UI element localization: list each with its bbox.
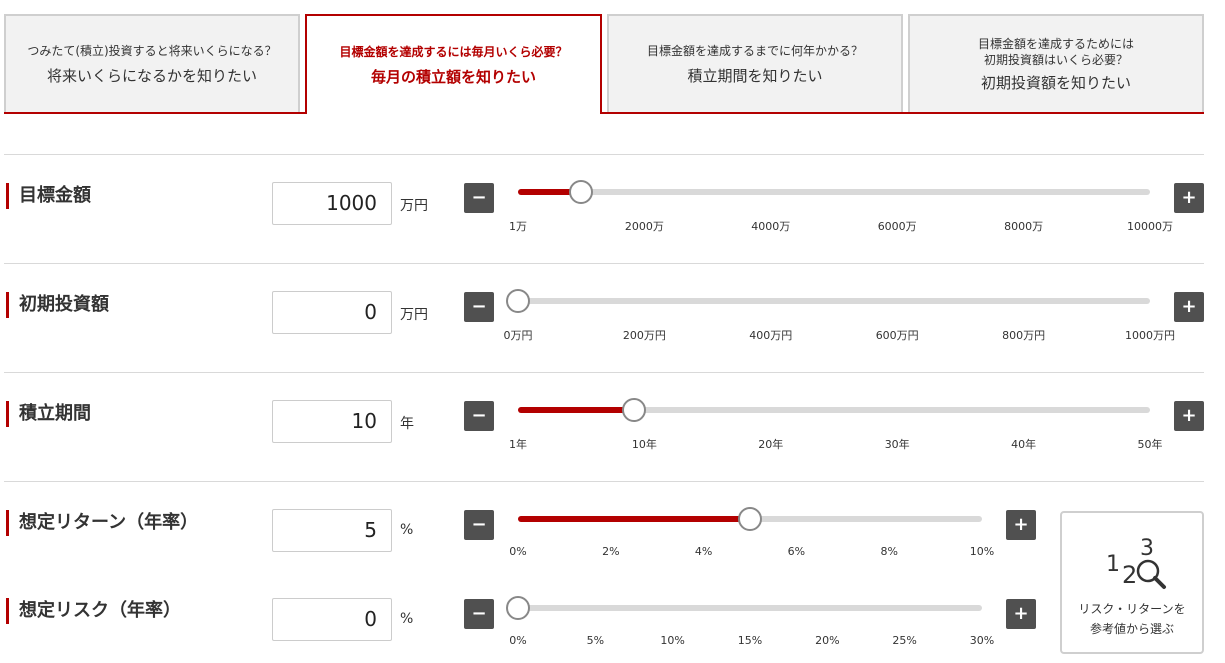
tab-subtitle: 目標金額を達成するまでに何年かかる？: [646, 43, 863, 58]
divider: [4, 154, 1204, 155]
slider-thumb[interactable]: [506, 596, 530, 620]
tabs-underline: [4, 112, 1204, 114]
tab-subtitle-line1: 目標金額を達成するためには: [977, 36, 1134, 51]
period-minus-button[interactable]: −: [464, 401, 494, 431]
period-input[interactable]: 10: [272, 400, 392, 443]
tick-label: 1万: [509, 220, 527, 233]
risk-return-reference-line2: 参考値から選ぶ: [1089, 622, 1174, 636]
target-amount-label: 目標金額: [6, 183, 91, 209]
tab-title: 積立期間を知りたい: [687, 66, 823, 85]
expected-return-label: 想定リターン（年率）: [6, 510, 198, 536]
slider-fill: [518, 407, 634, 413]
tick-label: 200万円: [622, 329, 666, 342]
tick-label: 800万円: [1002, 329, 1046, 342]
tab-period[interactable]: 目標金額を達成するまでに何年かかる？ 積立期間を知りたい: [607, 14, 903, 112]
period-label: 積立期間: [6, 401, 91, 427]
tick-label: 10%: [660, 634, 685, 647]
expected-return-slider[interactable]: [518, 507, 982, 531]
expected-risk-slider[interactable]: [506, 596, 982, 620]
tick-label: 40年: [1011, 438, 1037, 451]
slider-thumb[interactable]: [622, 398, 646, 422]
tick-label: 10年: [631, 438, 657, 451]
svg-text:3: 3: [1140, 536, 1154, 561]
period-slider[interactable]: [518, 398, 1150, 422]
expected-return-unit: %: [400, 522, 414, 538]
expected-risk-minus-button[interactable]: −: [464, 599, 494, 629]
initial-investment-label: 初期投資額: [6, 292, 109, 318]
tab-title: 初期投資額を知りたい: [980, 73, 1131, 92]
target-amount-input[interactable]: 1000: [272, 182, 392, 225]
tick-label: 5%: [586, 634, 605, 647]
tick-label: 2000万: [624, 220, 664, 233]
expected-return-input[interactable]: 5: [272, 509, 392, 552]
period-plus-button[interactable]: +: [1174, 401, 1204, 431]
expected-return-plus-button[interactable]: +: [1006, 510, 1036, 540]
tick-label: 30年: [884, 438, 910, 451]
svg-text:1: 1: [1106, 552, 1120, 577]
divider: [4, 481, 1204, 482]
tick-label: 2%: [602, 545, 620, 558]
risk-return-reference-button[interactable]: 1 2 3 リスク・リターンを 参考値から選ぶ: [1060, 511, 1204, 654]
tick-label: 0%: [509, 634, 527, 647]
numbers-magnifier-icon: 1 2 3: [1106, 536, 1166, 589]
tick-label: 400万円: [749, 329, 793, 342]
slider-fill: [518, 516, 750, 522]
risk-return-reference-text: リスク・リターンを 参考値から選ぶ: [1062, 599, 1202, 639]
tab-title: 毎月の積立額を知りたい: [370, 67, 536, 86]
slider-thumb[interactable]: [738, 507, 762, 531]
tab-subtitle: 目標金額を達成するには毎月いくら必要？: [339, 44, 568, 59]
slider-thumb[interactable]: [506, 289, 530, 313]
tick-label: 4000万: [751, 220, 791, 233]
slider-thumb[interactable]: [569, 180, 593, 204]
tick-label: 6000万: [877, 220, 917, 233]
tick-label: 8000万: [1004, 220, 1044, 233]
target-amount-minus-button[interactable]: −: [464, 183, 494, 213]
tick-label: 600万円: [875, 329, 919, 342]
initial-investment-unit: 万円: [400, 307, 428, 323]
target-amount-slider[interactable]: [518, 180, 1150, 204]
initial-investment-minus-button[interactable]: −: [464, 292, 494, 322]
tab-subtitle-line2: 初期投資額はいくら必要？: [983, 52, 1128, 67]
svg-text:2: 2: [1122, 561, 1137, 589]
tick-label: 0%: [509, 545, 527, 558]
tick-label: 1000万円: [1125, 329, 1175, 342]
initial-investment-input[interactable]: 0: [272, 291, 392, 334]
initial-investment-plus-button[interactable]: +: [1174, 292, 1204, 322]
tick-label: 15%: [737, 634, 763, 647]
tab-future-value[interactable]: つみたて(積立)投資すると将来いくらになる？ 将来いくらになるかを知りたい: [4, 14, 300, 112]
tab-monthly-amount[interactable]: 目標金額を達成するには毎月いくら必要？ 毎月の積立額を知りたい: [305, 14, 602, 114]
divider: [4, 263, 1204, 264]
expected-risk-label: 想定リスク（年率）: [6, 598, 181, 624]
expected-risk-unit: %: [400, 611, 414, 627]
initial-investment-slider[interactable]: [506, 289, 1150, 313]
target-amount-plus-button[interactable]: +: [1174, 183, 1204, 213]
divider: [4, 372, 1204, 373]
tick-label: 0万円: [503, 329, 533, 342]
expected-risk-input[interactable]: 0: [272, 598, 392, 641]
tick-label: 8%: [880, 545, 898, 558]
risk-return-reference-line1: リスク・リターンを: [1078, 602, 1186, 616]
tick-label: 50年: [1137, 438, 1163, 451]
tab-title: 将来いくらになるかを知りたい: [46, 66, 257, 85]
tick-label: 4%: [694, 545, 713, 558]
tick-label: 1年: [509, 438, 527, 451]
tick-label: 25%: [892, 634, 917, 647]
target-amount-unit: 万円: [400, 198, 428, 214]
tab-subtitle: つみたて(積立)投資すると将来いくらになる？: [27, 43, 277, 58]
tick-label: 10%: [969, 545, 995, 558]
calculator-tabs: つみたて(積立)投資すると将来いくらになる？ 将来いくらになるかを知りたい 目標…: [4, 14, 1204, 114]
tab-initial-investment[interactable]: 目標金額を達成するためには 初期投資額はいくら必要？ 初期投資額を知りたい: [908, 14, 1204, 112]
expected-return-minus-button[interactable]: −: [464, 510, 494, 540]
tick-label: 30%: [969, 634, 995, 647]
tick-label: 10000万: [1127, 220, 1173, 233]
period-unit: 年: [400, 416, 414, 432]
tick-label: 20年: [758, 438, 784, 451]
tick-label: 20%: [815, 634, 840, 647]
expected-risk-plus-button[interactable]: +: [1006, 599, 1036, 629]
tick-label: 6%: [787, 545, 806, 558]
